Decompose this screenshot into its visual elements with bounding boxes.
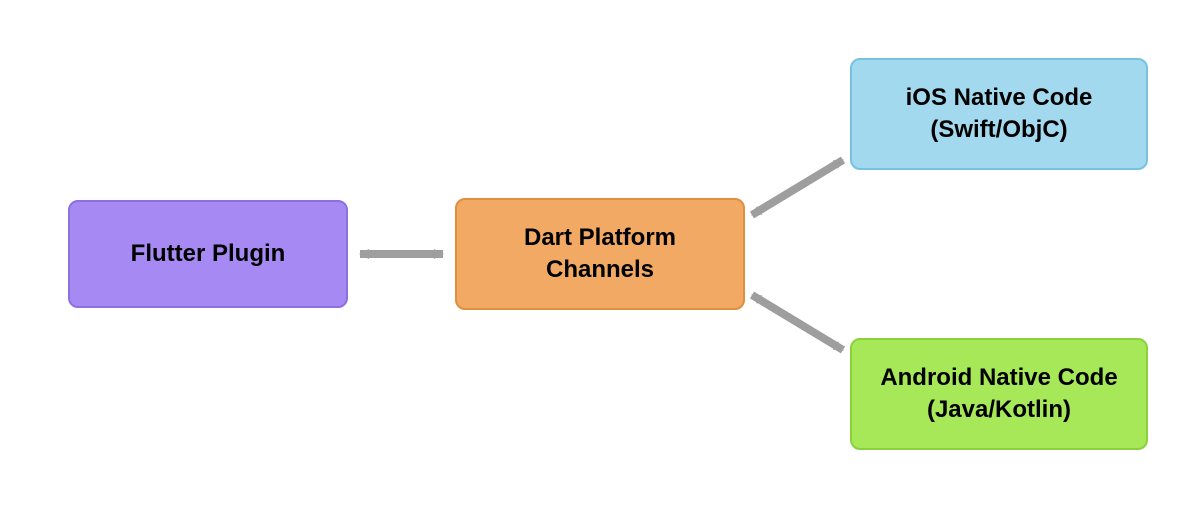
architecture-diagram: Flutter Plugin Dart PlatformChannels iOS… xyxy=(0,0,1200,510)
node-dart-platform-channels: Dart PlatformChannels xyxy=(455,198,745,310)
node-ios-native-code: iOS Native Code(Swift/ObjC) xyxy=(850,58,1148,170)
connector-dart-ios xyxy=(752,160,843,215)
node-label: Flutter Plugin xyxy=(131,238,286,270)
node-label: iOS Native Code(Swift/ObjC) xyxy=(906,82,1093,147)
node-flutter-plugin: Flutter Plugin xyxy=(68,200,348,308)
connector-dart-android xyxy=(752,295,843,350)
node-android-native-code: Android Native Code(Java/Kotlin) xyxy=(850,338,1148,450)
node-label: Dart PlatformChannels xyxy=(524,222,676,287)
node-label: Android Native Code(Java/Kotlin) xyxy=(880,362,1117,427)
